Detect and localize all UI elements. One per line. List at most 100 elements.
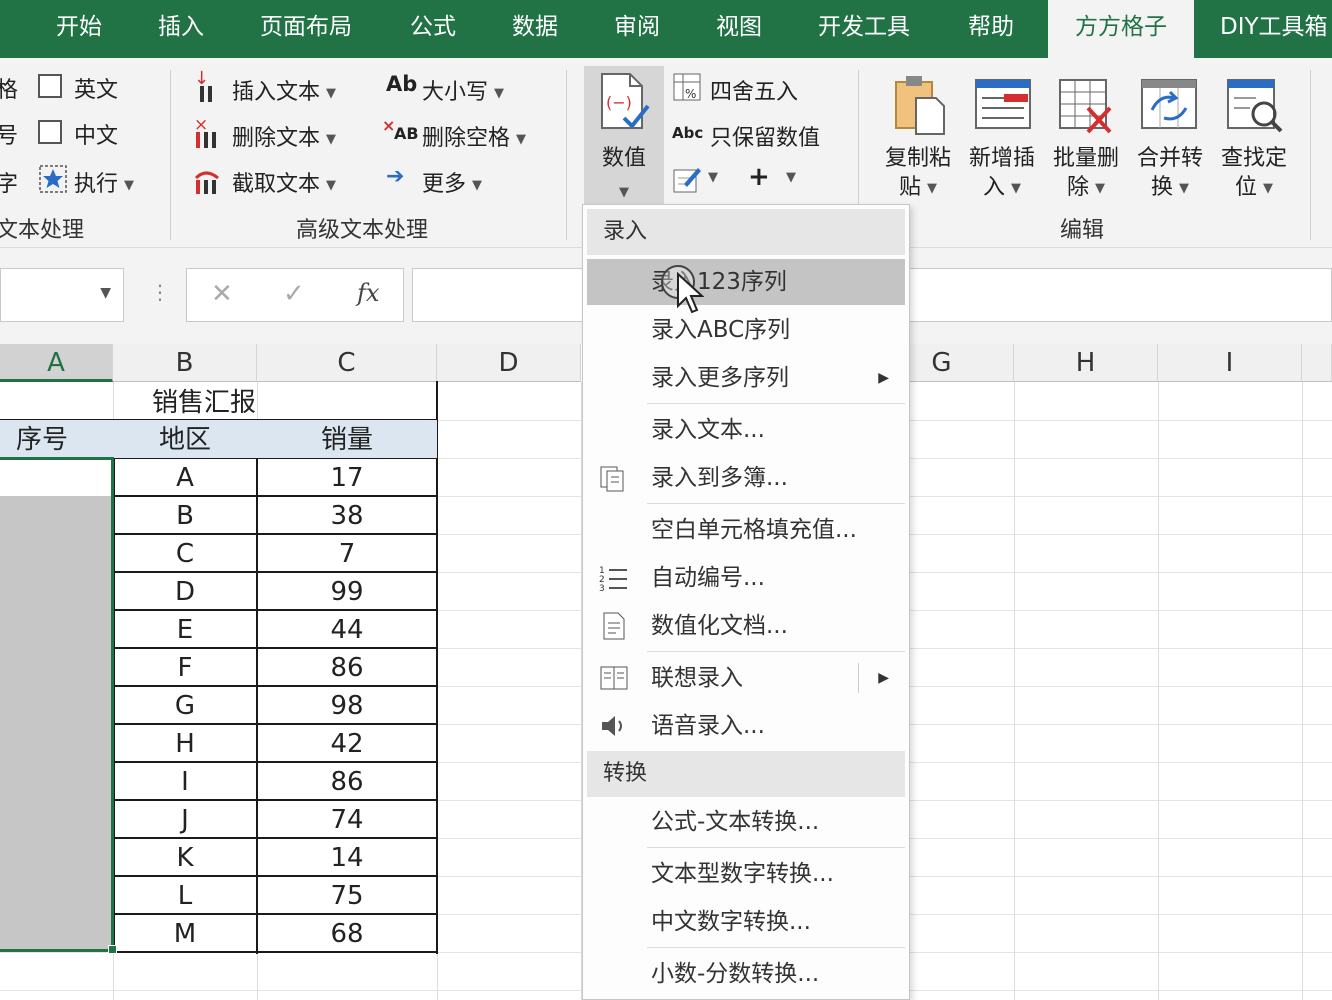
menu-item-voice-input[interactable]: 语音录入... bbox=[587, 703, 905, 749]
menu-item-input-more-series[interactable]: 录入更多序列 ▶ bbox=[587, 355, 905, 401]
sales-cell[interactable]: 44 bbox=[257, 611, 437, 649]
region-cell[interactable]: I bbox=[113, 763, 257, 801]
cancel-icon[interactable]: ✕ bbox=[211, 279, 233, 309]
header-sales[interactable]: 销量 bbox=[257, 421, 437, 459]
sales-cell[interactable]: 86 bbox=[257, 763, 437, 801]
numeric-dropdown-menu: 录入 录入123序列 录入ABC序列 录入更多序列 ▶ 录入文本... 录入到多… bbox=[582, 204, 910, 1000]
menu-item-input-abc-series[interactable]: 录入ABC序列 bbox=[587, 307, 905, 353]
extract-text-button[interactable]: 截取文本 ▼ bbox=[232, 166, 336, 198]
region-cell[interactable]: A bbox=[113, 459, 257, 497]
menu-item-chinese-number-convert[interactable]: 中文数字转换... bbox=[587, 899, 905, 945]
fill-handle[interactable] bbox=[108, 945, 117, 954]
insert-text-button[interactable]: 插入文本 ▼ bbox=[232, 74, 336, 106]
column-header-a[interactable]: A bbox=[0, 344, 113, 382]
sales-cell[interactable]: 38 bbox=[257, 497, 437, 535]
tab-page-layout[interactable]: 页面布局 bbox=[260, 0, 352, 58]
header-seq[interactable]: 序号 bbox=[0, 421, 84, 459]
header-region[interactable]: 地区 bbox=[113, 421, 257, 459]
region-cell[interactable]: C bbox=[113, 535, 257, 573]
region-cell[interactable]: E bbox=[113, 611, 257, 649]
menu-item-associative-input[interactable]: 联想录入 ▶ bbox=[587, 655, 905, 701]
english-checkbox[interactable] bbox=[38, 74, 62, 98]
batch-delete-icon bbox=[1058, 76, 1116, 134]
region-cell[interactable]: K bbox=[113, 839, 257, 877]
tab-review[interactable]: 审阅 bbox=[614, 0, 660, 58]
sales-cell[interactable]: 68 bbox=[257, 915, 437, 953]
menu-item-input-multi-workbook[interactable]: 录入到多簿... bbox=[587, 455, 905, 501]
edit-form-caret-icon[interactable]: ▼ bbox=[708, 170, 718, 185]
menu-item-numeric-document[interactable]: 数值化文档... bbox=[587, 603, 905, 649]
insert-function-icon[interactable]: fx bbox=[357, 279, 379, 307]
chinese-checkbox[interactable] bbox=[38, 120, 62, 144]
column-header-c[interactable]: C bbox=[257, 344, 437, 382]
merge-convert-button[interactable]: 合并转 换 ▼ bbox=[1130, 72, 1210, 204]
case-button[interactable]: 大小写 ▼ bbox=[422, 74, 504, 106]
region-cell[interactable]: G bbox=[113, 687, 257, 725]
column-header-next[interactable] bbox=[1302, 344, 1332, 382]
sales-cell[interactable]: 14 bbox=[257, 839, 437, 877]
tab-fangfanggezi[interactable]: 方方格子 bbox=[1048, 0, 1194, 58]
more-button[interactable]: 更多 ▼ bbox=[422, 166, 482, 198]
tab-view[interactable]: 视图 bbox=[716, 0, 762, 58]
menu-item-text-number-convert[interactable]: 文本型数字转换... bbox=[587, 851, 905, 897]
menu-separator bbox=[647, 403, 905, 404]
sales-cell[interactable]: 75 bbox=[257, 877, 437, 915]
insert-new-button[interactable]: 新增插 入 ▼ bbox=[962, 72, 1042, 204]
column-header-b[interactable]: B bbox=[113, 344, 257, 382]
menu-item-fill-blank-cells[interactable]: 空白单元格填充值... bbox=[587, 507, 905, 553]
extract-text-label: 截取文本 bbox=[232, 172, 321, 197]
menu-item-auto-numbering[interactable]: 123 自动编号... bbox=[587, 555, 905, 601]
edit-form-icon[interactable] bbox=[672, 164, 702, 194]
column-header-h[interactable]: H bbox=[1014, 344, 1158, 382]
submenu-arrow-icon[interactable]: ▶ bbox=[878, 655, 889, 701]
sales-cell[interactable]: 42 bbox=[257, 725, 437, 763]
delete-text-button[interactable]: 删除文本 ▼ bbox=[232, 120, 336, 152]
keep-values-button[interactable]: 只保留数值 bbox=[710, 120, 820, 152]
confirm-icon[interactable]: ✓ bbox=[283, 279, 305, 309]
sales-cell[interactable]: 7 bbox=[257, 535, 437, 573]
table-title[interactable]: 销售汇报 bbox=[113, 384, 295, 422]
tab-help[interactable]: 帮助 bbox=[968, 0, 1014, 58]
region-cell[interactable]: F bbox=[113, 649, 257, 687]
name-box-dropdown-icon[interactable]: ▼ bbox=[100, 285, 111, 301]
plus-caret-icon[interactable]: ▼ bbox=[786, 170, 796, 185]
name-box[interactable]: ▼ bbox=[0, 268, 124, 322]
tab-formulas[interactable]: 公式 bbox=[410, 0, 456, 58]
column-header-i[interactable]: I bbox=[1158, 344, 1302, 382]
sales-cell[interactable]: 74 bbox=[257, 801, 437, 839]
find-locate-button[interactable]: 查找定 位 ▼ bbox=[1214, 72, 1294, 204]
tab-home[interactable]: 开始 bbox=[56, 0, 102, 58]
sales-cell[interactable]: 98 bbox=[257, 687, 437, 725]
batch-delete-button[interactable]: 批量删 除 ▼ bbox=[1046, 72, 1126, 204]
numeric-button[interactable]: (−) 数值 ▼ bbox=[584, 66, 664, 204]
insert-text-caret-icon: ▼ bbox=[326, 85, 337, 101]
region-cell[interactable]: M bbox=[113, 915, 257, 953]
execute-button[interactable]: 执行 ▼ bbox=[74, 166, 134, 198]
menu-item-input-123-series[interactable]: 录入123序列 bbox=[587, 259, 905, 305]
menu-item-decimal-fraction-convert[interactable]: 小数-分数转换... bbox=[587, 951, 905, 997]
region-cell[interactable]: B bbox=[113, 497, 257, 535]
round-icon: % bbox=[672, 72, 702, 102]
plus-button[interactable]: + bbox=[748, 162, 770, 192]
insert-rows-icon bbox=[974, 76, 1032, 134]
tab-insert[interactable]: 插入 bbox=[158, 0, 204, 58]
tab-diy-toolbox[interactable]: DIY工具箱 bbox=[1220, 0, 1328, 58]
column-header-d[interactable]: D bbox=[437, 344, 581, 382]
region-cell[interactable]: L bbox=[113, 877, 257, 915]
speaker-icon bbox=[599, 711, 629, 741]
tab-data[interactable]: 数据 bbox=[512, 0, 558, 58]
region-cell[interactable]: D bbox=[113, 573, 257, 611]
tab-developer[interactable]: 开发工具 bbox=[818, 0, 910, 58]
region-cell[interactable]: H bbox=[113, 725, 257, 763]
sales-cell[interactable]: 17 bbox=[257, 459, 437, 497]
sales-cell[interactable]: 86 bbox=[257, 649, 437, 687]
merge-convert-icon bbox=[1140, 76, 1198, 134]
drag-handle-icon[interactable]: ⋮ bbox=[150, 280, 170, 304]
menu-item-formula-text-convert[interactable]: 公式-文本转换... bbox=[587, 799, 905, 845]
copy-paste-button[interactable]: 复制粘 贴 ▼ bbox=[878, 72, 958, 204]
region-cell[interactable]: J bbox=[113, 801, 257, 839]
round-button[interactable]: 四舍五入 bbox=[710, 74, 798, 106]
sales-cell[interactable]: 99 bbox=[257, 573, 437, 611]
remove-spaces-button[interactable]: 删除空格 ▼ bbox=[422, 120, 526, 152]
menu-item-input-text[interactable]: 录入文本... bbox=[587, 407, 905, 453]
